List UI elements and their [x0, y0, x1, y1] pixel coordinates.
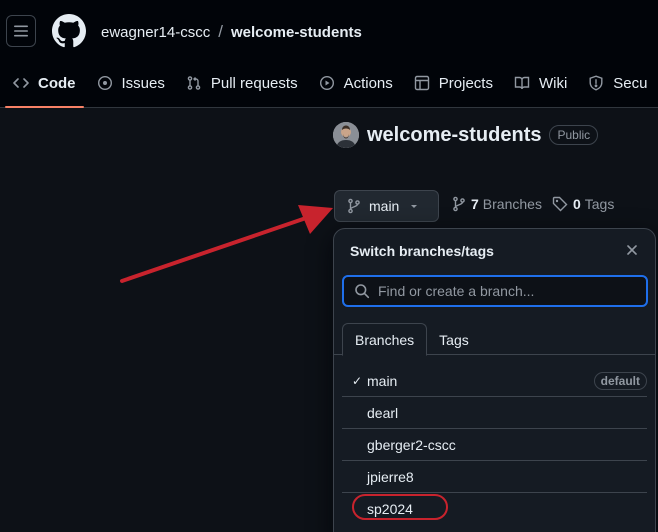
tab-issues-label: Issues — [121, 74, 165, 92]
repo-name[interactable]: welcome-students — [367, 124, 541, 147]
tab-actions[interactable]: Actions — [311, 62, 401, 104]
branch-name: main — [367, 372, 398, 389]
breadcrumb: ewagner14-cscc / welcome-students — [101, 22, 362, 42]
default-badge: default — [593, 372, 647, 390]
caret-down-icon — [411, 205, 418, 208]
tab-tags[interactable]: Tags — [427, 323, 481, 356]
pull-request-icon — [187, 76, 201, 90]
branch-name: gberger2-cscc — [367, 436, 456, 453]
branch-switcher-dialog: Switch branches/tags Branches Tags ✓ mai… — [333, 228, 656, 532]
breadcrumb-separator: / — [218, 22, 223, 41]
shield-icon — [589, 75, 603, 91]
branch-item-gberger2-cscc[interactable]: gberger2-cscc — [342, 429, 647, 461]
tab-security-label: Secu — [613, 74, 648, 92]
tags-link[interactable]: Tags — [585, 196, 615, 212]
play-icon — [319, 75, 334, 91]
repo-meta: 7 Branches 0 Tags — [452, 196, 614, 212]
annotation-highlight-oval — [352, 494, 448, 520]
branch-item-jpierre8[interactable]: jpierre8 — [342, 461, 647, 493]
search-icon — [355, 284, 370, 299]
tab-wiki[interactable]: Wiki — [506, 62, 575, 104]
branch-item-dearl[interactable]: dearl — [342, 397, 647, 429]
tab-wiki-label: Wiki — [538, 74, 568, 92]
branch-name: dearl — [367, 404, 399, 421]
breadcrumb-owner-link[interactable]: ewagner14-cscc — [101, 24, 210, 41]
dialog-title: Switch branches/tags — [350, 243, 494, 259]
branch-filter-input[interactable] — [378, 283, 638, 299]
visibility-badge: Public — [549, 125, 599, 145]
issue-icon — [97, 75, 112, 91]
git-branch-icon — [348, 198, 360, 214]
repo-nav-tabs: Code Issues Pull requests Actions Projec… — [0, 62, 658, 108]
tab-projects[interactable]: Projects — [406, 62, 501, 104]
tag-icon — [552, 196, 568, 212]
app-header: ewagner14-cscc / welcome-students Code I… — [0, 0, 658, 108]
breadcrumb-repo-link[interactable]: welcome-students — [231, 24, 362, 41]
check-icon: ✓ — [351, 373, 362, 388]
table-icon — [414, 75, 429, 91]
tab-security[interactable]: Secu — [580, 62, 655, 104]
git-branch-icon — [453, 196, 465, 212]
book-icon — [514, 76, 530, 90]
branches-count[interactable]: 7 — [471, 196, 479, 212]
branch-select-label: main — [369, 198, 400, 214]
branch-item-main[interactable]: ✓ main default — [342, 365, 647, 397]
branch-name: jpierre8 — [367, 468, 414, 485]
switcher-tabs: Branches Tags — [334, 323, 655, 356]
tab-branches[interactable]: Branches — [342, 323, 428, 356]
tab-pull-requests-label: Pull requests — [210, 74, 298, 92]
hamburger-icon — [14, 25, 28, 37]
tab-actions-label: Actions — [343, 74, 393, 92]
github-logo-icon[interactable] — [52, 14, 86, 48]
tab-issues[interactable]: Issues — [89, 62, 173, 104]
branch-filter-field[interactable] — [342, 275, 648, 307]
branches-link[interactable]: Branches — [483, 196, 542, 212]
tab-pull-requests[interactable]: Pull requests — [178, 62, 306, 104]
tab-code-label: Code — [38, 74, 76, 92]
menu-button[interactable] — [6, 15, 36, 47]
repo-title: welcome-students Public — [333, 122, 599, 148]
tags-count[interactable]: 0 — [573, 196, 581, 212]
tab-code[interactable]: Code — [5, 62, 84, 108]
owner-avatar[interactable] — [333, 122, 359, 148]
code-icon — [13, 78, 29, 88]
close-icon[interactable] — [625, 243, 639, 257]
tab-projects-label: Projects — [438, 74, 493, 92]
branch-select-button[interactable]: main — [334, 190, 439, 222]
